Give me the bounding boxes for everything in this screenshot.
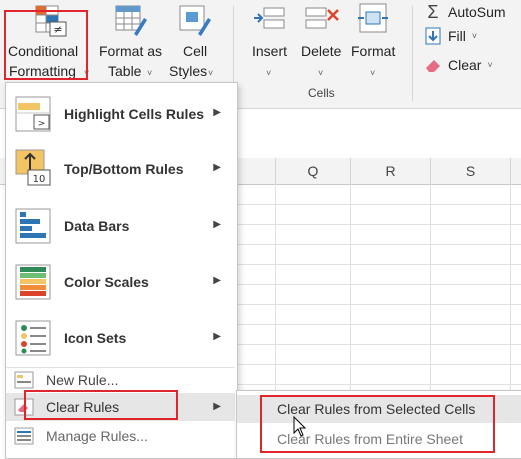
delete-icon — [305, 7, 339, 29]
data-bars-icon — [15, 208, 51, 244]
color-scales-icon — [15, 264, 51, 300]
gridline — [236, 364, 521, 365]
cells-group-label: Cells — [308, 86, 335, 100]
gridline — [236, 324, 521, 325]
chevron-right-icon: ▶ — [213, 162, 221, 173]
delete-button[interactable]: Delete ˅ — [298, 2, 348, 82]
chevron-right-icon: ▶ — [213, 219, 221, 230]
icon-sets-icon — [15, 320, 51, 356]
chevron-down-icon: ˅ — [370, 68, 376, 78]
chevron-down-icon: ˅ — [318, 68, 324, 78]
gridline — [236, 384, 521, 385]
chevron-down-icon: ˅ — [487, 60, 493, 70]
column-header-p[interactable] — [236, 158, 276, 184]
cell-styles-button[interactable]: Cell Styles ˅ — [168, 2, 224, 82]
gridline — [236, 264, 521, 265]
gridline — [236, 244, 521, 245]
gridline — [236, 204, 521, 205]
menu-item-label: Manage Rules... — [46, 428, 148, 444]
menu-item-color-scales[interactable]: Color Scales ▶ — [6, 255, 235, 309]
mouse-cursor-icon — [293, 416, 307, 437]
cell-styles-label-1: Cell — [183, 43, 208, 59]
menu-item-label: Color Scales — [64, 274, 149, 290]
menu-item-label: Icon Sets — [64, 330, 127, 346]
menu-item-data-bars[interactable]: Data Bars ▶ — [6, 199, 235, 253]
new-rule-icon — [14, 371, 34, 389]
format-as-table-label-2: Table — [108, 63, 142, 79]
column-header-q[interactable]: Q — [276, 158, 351, 184]
column-header-r[interactable]: R — [351, 158, 431, 184]
menu-item-new-rule[interactable]: New Rule... — [6, 368, 235, 392]
format-as-table-button[interactable]: Format as Table ˅ — [94, 2, 168, 82]
clear-label: Clear — [448, 57, 482, 73]
fill-button[interactable]: Fill ˅ — [424, 24, 477, 48]
chevron-down-icon: ˅ — [266, 68, 272, 78]
format-as-table-label-1: Format as — [99, 43, 163, 59]
gridline — [236, 344, 521, 345]
chevron-right-icon: ▶ — [213, 331, 221, 342]
chevron-down-icon: ˅ — [147, 68, 153, 78]
format-label: Format — [351, 43, 396, 59]
chevron-right-icon: ▶ — [213, 401, 221, 412]
insert-icon — [254, 7, 285, 29]
chevron-down-icon: ˅ — [471, 31, 478, 41]
delete-label: Delete — [301, 43, 342, 59]
chevron-down-icon: ˅ — [208, 68, 214, 78]
insert-label: Insert — [252, 43, 288, 59]
manage-rules-icon — [14, 427, 34, 445]
fill-down-icon — [425, 27, 441, 45]
autosum-button[interactable]: Σ AutoSum — [424, 0, 506, 24]
chevron-right-icon: ▶ — [213, 107, 221, 118]
format-as-table-icon — [115, 5, 147, 36]
highlight-cells-rules-icon: > — [15, 96, 51, 132]
format-button[interactable]: Format ˅ — [348, 2, 400, 82]
menu-item-label: Data Bars — [64, 218, 130, 234]
cell-styles-icon — [179, 5, 211, 36]
menu-item-manage-rules[interactable]: Manage Rules... — [6, 423, 235, 449]
top-bottom-rules-icon: 10 — [15, 149, 51, 186]
menu-item-highlight-cells-rules[interactable]: > Highlight Cells Rules ▶ — [6, 89, 235, 139]
ribbon-separator — [412, 6, 413, 101]
menu-item-label: Highlight Cells Rules — [64, 106, 205, 122]
svg-text:>: > — [38, 119, 46, 129]
format-icon — [358, 3, 388, 33]
gridline — [236, 284, 521, 285]
highlight-box-conditional-formatting — [4, 10, 88, 80]
chevron-right-icon: ▶ — [213, 275, 221, 286]
menu-item-top-bottom-rules[interactable]: 10 Top/Bottom Rules ▶ — [6, 143, 235, 195]
svg-text:10: 10 — [33, 174, 46, 185]
gridline — [236, 304, 521, 305]
insert-button[interactable]: Insert ˅ — [246, 2, 294, 82]
fill-label: Fill — [448, 28, 466, 44]
menu-item-label: Top/Bottom Rules — [64, 161, 184, 177]
clear-button[interactable]: Clear ˅ — [424, 53, 493, 77]
gridline — [236, 224, 521, 225]
menu-item-label: New Rule... — [46, 372, 119, 388]
menu-item-icon-sets[interactable]: Icon Sets ▶ — [6, 311, 235, 365]
cell-styles-label-2: Styles — [169, 63, 208, 79]
sigma-icon: Σ — [427, 1, 439, 22]
autosum-label: AutoSum — [448, 4, 506, 20]
highlight-box-clear-rules — [24, 390, 178, 420]
column-header-s[interactable]: S — [431, 158, 511, 184]
eraser-icon — [426, 60, 440, 72]
